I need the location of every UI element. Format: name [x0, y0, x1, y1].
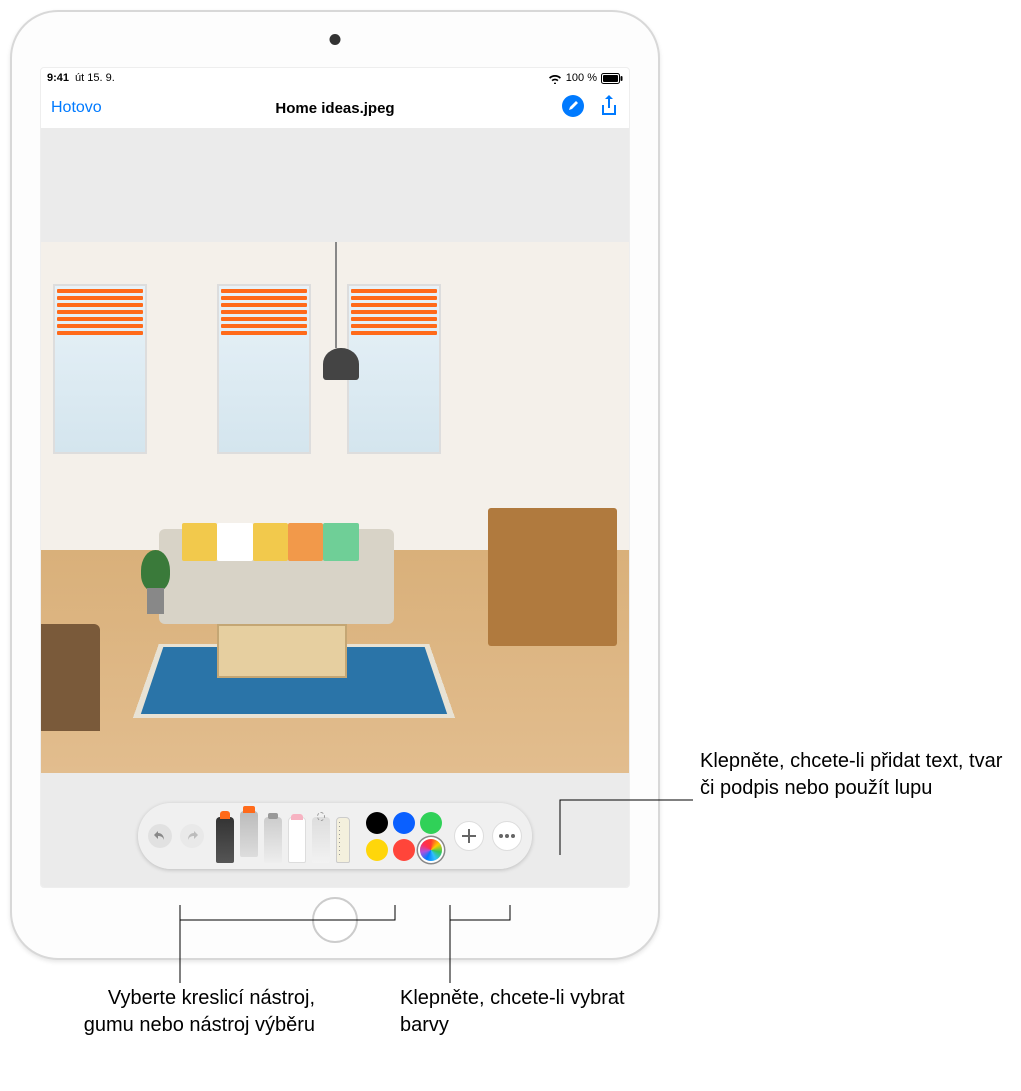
- drawing-tools-group: [212, 809, 354, 863]
- front-camera: [330, 34, 341, 45]
- color-swatch-yellow[interactable]: [366, 839, 388, 861]
- callout-tools: Vyberte kreslicí nástroj, gumu nebo nást…: [55, 985, 315, 1039]
- color-palette: [362, 812, 446, 861]
- status-time: 9:41: [47, 72, 69, 84]
- ruler-tool[interactable]: [336, 817, 350, 863]
- image-canvas[interactable]: [41, 128, 629, 887]
- color-swatch-multicolor[interactable]: [420, 839, 442, 861]
- battery-percent: 100 %: [566, 72, 597, 84]
- screen: 9:41 út 15. 9. 100 % Hotovo Home ideas.j…: [40, 67, 630, 888]
- undo-button[interactable]: [148, 824, 172, 848]
- callout-add: Klepněte, chcete-li přidat text, tvar či…: [700, 748, 1010, 802]
- eraser-tool[interactable]: [288, 817, 306, 863]
- add-button[interactable]: [454, 821, 484, 851]
- page-title: Home ideas.jpeg: [41, 100, 629, 117]
- share-icon[interactable]: [599, 94, 619, 123]
- content-area: [41, 128, 629, 887]
- status-bar: 9:41 út 15. 9. 100 %: [41, 68, 629, 88]
- ipad-device-frame: 9:41 út 15. 9. 100 % Hotovo Home ideas.j…: [10, 10, 660, 960]
- color-swatch-blue[interactable]: [393, 812, 415, 834]
- lasso-tool[interactable]: [312, 817, 330, 863]
- pen-tool[interactable]: [216, 817, 234, 863]
- markup-toolbar: [138, 803, 532, 869]
- status-date: út 15. 9.: [75, 72, 115, 84]
- nav-bar: Hotovo Home ideas.jpeg: [41, 88, 629, 128]
- more-button[interactable]: [492, 821, 522, 851]
- color-swatch-red[interactable]: [393, 839, 415, 861]
- callout-colors: Klepněte, chcete-li vybrat barvy: [400, 985, 630, 1039]
- markup-toggle-icon[interactable]: [561, 94, 585, 123]
- color-swatch-black[interactable]: [366, 812, 388, 834]
- home-button[interactable]: [312, 897, 358, 943]
- pencil-tool[interactable]: [264, 817, 282, 863]
- marker-tool[interactable]: [240, 811, 258, 857]
- done-button[interactable]: Hotovo: [51, 99, 102, 117]
- redo-button[interactable]: [180, 824, 204, 848]
- color-swatch-green[interactable]: [420, 812, 442, 834]
- battery-icon: [601, 73, 623, 84]
- edited-photo: [41, 242, 629, 773]
- wifi-icon: [548, 73, 562, 84]
